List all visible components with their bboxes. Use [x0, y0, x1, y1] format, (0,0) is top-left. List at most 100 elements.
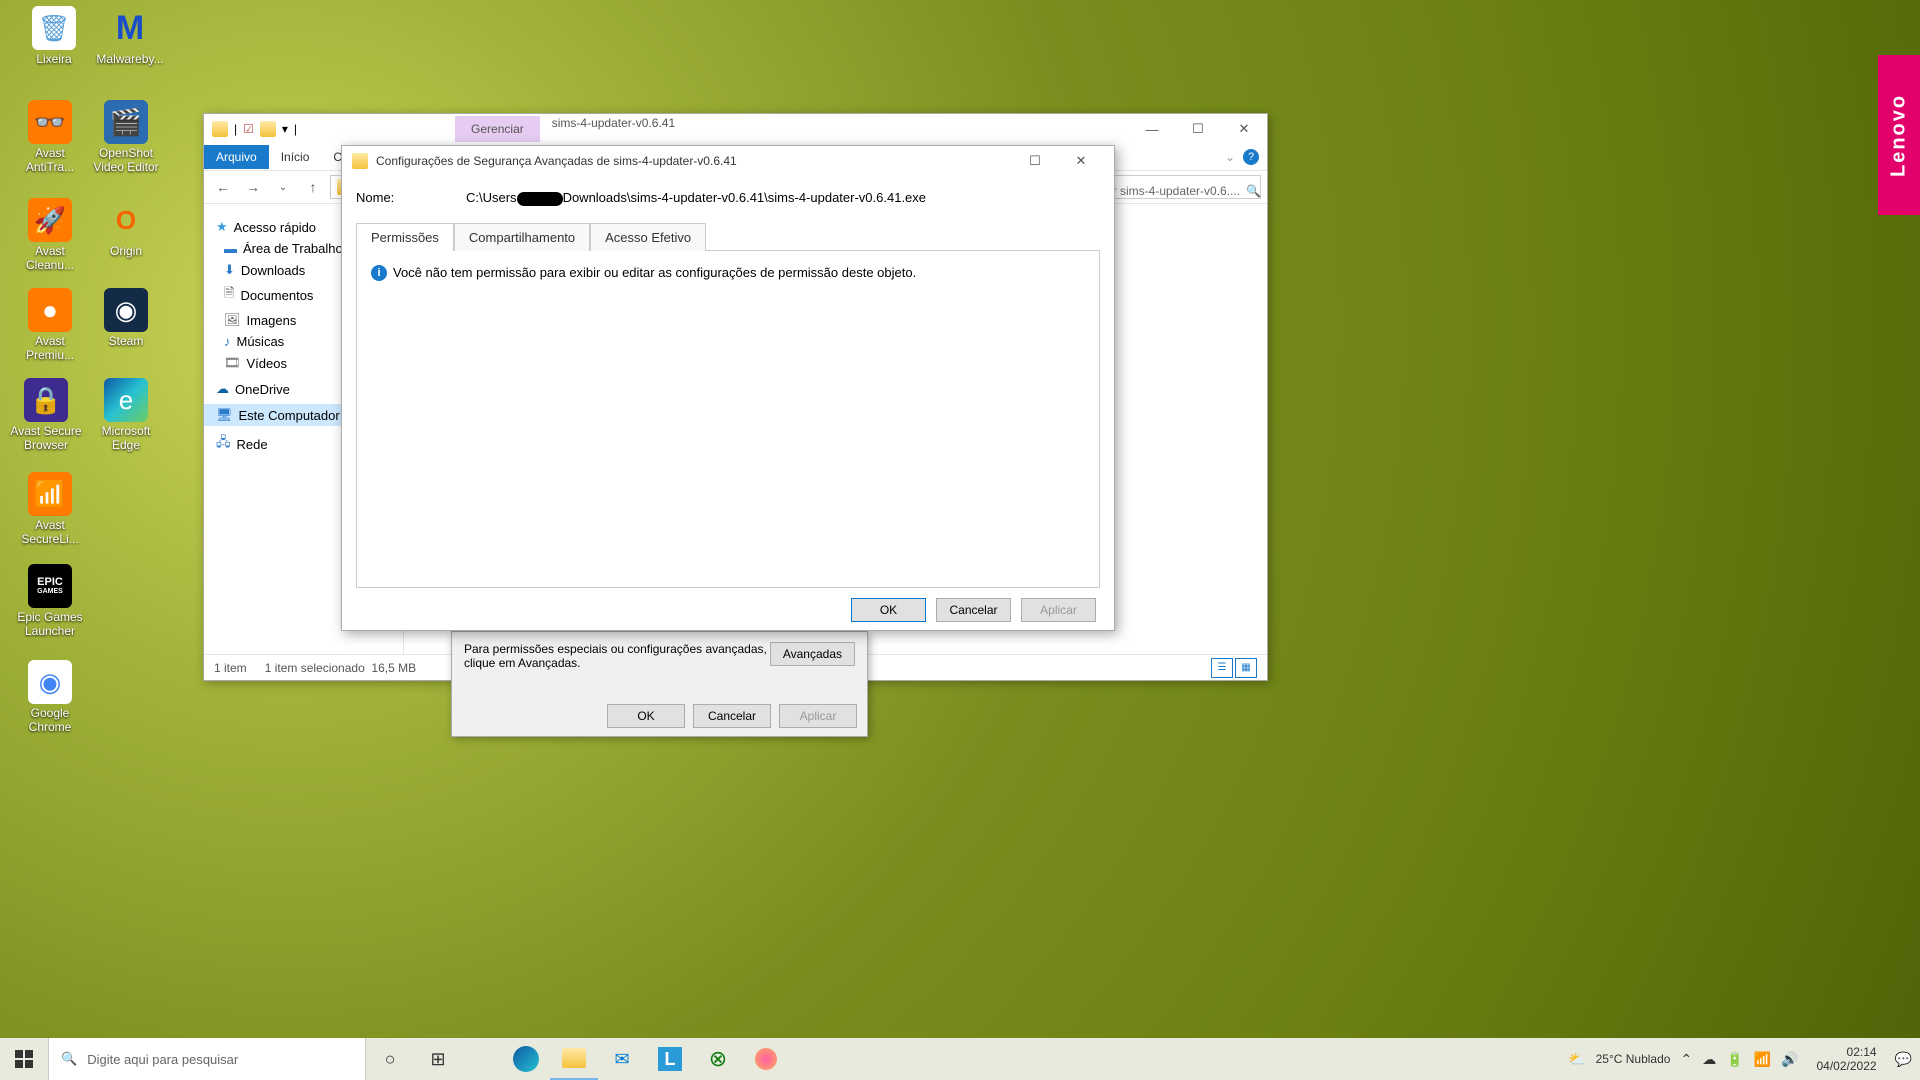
avast-secureline-icon: 📶	[28, 472, 72, 516]
view-icons-button[interactable]: ▦	[1235, 658, 1257, 678]
info-icon: i	[371, 265, 387, 281]
desktop-icon-openshot[interactable]: 🎬OpenShot Video Editor	[88, 100, 164, 175]
nav-history-button[interactable]: ⌄	[270, 174, 296, 200]
ok-button[interactable]: OK	[851, 598, 926, 622]
lenovo-badge: Lenovo	[1878, 55, 1920, 215]
cancel-button[interactable]: Cancelar	[693, 704, 771, 728]
cortana-button[interactable]: ○	[366, 1038, 414, 1080]
clock[interactable]: 02:14 04/02/2022	[1809, 1045, 1885, 1074]
taskbar: 🔍 Digite aqui para pesquisar ○ ⊞ ✉ L ⊗ ⛅…	[0, 1038, 1920, 1080]
nav-up-button[interactable]: ↑	[300, 174, 326, 200]
qat-divider: |	[234, 122, 237, 136]
downloads-icon: ⬇	[224, 262, 235, 278]
properties-dialog: Para permissões especiais ou configuraçõ…	[451, 631, 868, 737]
taskbar-app-mail[interactable]: ✉	[598, 1038, 646, 1080]
redacted-username	[517, 192, 563, 206]
name-label: Nome:	[356, 190, 466, 206]
desktop-icon-steam[interactable]: ◉Steam	[88, 288, 164, 348]
edge-icon: e	[104, 378, 148, 422]
explorer-titlebar: | ☑ ▾ | Gerenciar sims-4-updater-v0.6.41…	[204, 114, 1267, 144]
volume-icon[interactable]: 🔊	[1781, 1051, 1798, 1068]
maximize-button[interactable]: ☐	[1012, 146, 1058, 176]
weather-text[interactable]: 25°C Nublado	[1596, 1052, 1671, 1066]
nav-forward-button[interactable]: →	[240, 174, 266, 200]
action-center-icon[interactable]: 💬	[1895, 1051, 1912, 1068]
epic-games-icon: EPICGAMES	[28, 564, 72, 608]
desktop-icon-malwarebytes[interactable]: MMalwareby...	[92, 6, 168, 66]
tab-panel: i Você não tem permissão para exibir ou …	[356, 250, 1100, 588]
weather-icon: ⛅	[1568, 1051, 1585, 1068]
props-text-line1: Para permissões especiais ou configuraçõ…	[464, 642, 767, 656]
desktop-icon-avast-premium[interactable]: ●Avast Premiu...	[12, 288, 88, 363]
minimize-button[interactable]: —	[1129, 114, 1175, 144]
folder-icon	[352, 153, 368, 169]
desktop-icon-edge[interactable]: eMicrosoft Edge	[88, 378, 164, 453]
tab-effective-access[interactable]: Acesso Efetivo	[590, 223, 706, 251]
permission-notice: Você não tem permissão para exibir ou ed…	[393, 265, 916, 280]
taskbar-app-unknown[interactable]	[742, 1038, 790, 1080]
taskbar-app-xbox[interactable]: ⊗	[694, 1038, 742, 1080]
search-box[interactable]: r sims-4-updater-v0.6.... 🔍	[1113, 184, 1261, 198]
folder-icon	[212, 121, 228, 137]
onedrive-tray-icon[interactable]: ☁	[1702, 1051, 1716, 1068]
apply-button[interactable]: Aplicar	[779, 704, 857, 728]
task-view-button[interactable]: ⊞	[414, 1038, 462, 1080]
view-mode-buttons: ☰ ▦	[1211, 658, 1257, 678]
object-path: C:\UsersDownloads\sims-4-updater-v0.6.41…	[466, 190, 926, 206]
nav-back-button[interactable]: ←	[210, 174, 236, 200]
status-item-count: 1 item	[214, 661, 247, 675]
desktop-icon-origin[interactable]: OOrigin	[88, 198, 164, 258]
tabs: Permissões Compartilhamento Acesso Efeti…	[356, 222, 1100, 250]
search-icon: 🔍	[1246, 184, 1261, 198]
dialog-title: Configurações de Segurança Avançadas de …	[376, 154, 737, 168]
qat-check-icon[interactable]: ☑	[243, 122, 254, 136]
folder-icon	[260, 121, 276, 137]
qat-dropdown-icon[interactable]: ▾	[282, 122, 288, 136]
search-icon: 🔍	[61, 1051, 77, 1067]
manage-tab[interactable]: Gerenciar	[455, 116, 540, 142]
start-button[interactable]	[0, 1038, 48, 1080]
avast-premium-icon: ●	[28, 288, 72, 332]
ribbon-tab-inicio[interactable]: Início	[269, 145, 322, 169]
videos-icon: 🎞	[224, 355, 241, 371]
chrome-icon: ◉	[28, 660, 72, 704]
help-icon[interactable]: ?	[1243, 149, 1259, 165]
desktop-icon-avast-antitrack[interactable]: 👓Avast AntiTra...	[12, 100, 88, 175]
desktop-icon-avast-browser[interactable]: 🔒Avast Secure Browser	[2, 378, 90, 453]
apply-button[interactable]: Aplicar	[1021, 598, 1096, 622]
desktop-icon-epic[interactable]: EPICGAMESEpic Games Launcher	[12, 564, 88, 639]
qat-divider: |	[294, 122, 297, 136]
onedrive-icon: ☁	[216, 381, 229, 397]
star-icon: ★	[216, 219, 228, 235]
ok-button[interactable]: OK	[607, 704, 685, 728]
view-details-button[interactable]: ☰	[1211, 658, 1233, 678]
taskbar-search[interactable]: 🔍 Digite aqui para pesquisar	[48, 1038, 366, 1080]
ribbon-tab-arquivo[interactable]: Arquivo	[204, 145, 269, 169]
ribbon-expand-icon[interactable]: ⌄	[1225, 150, 1235, 164]
tab-permissions[interactable]: Permissões	[356, 223, 454, 251]
window-title: sims-4-updater-v0.6.41	[540, 116, 687, 142]
taskbar-app-lenovo[interactable]: L	[646, 1038, 694, 1080]
wifi-icon[interactable]: 📶	[1754, 1051, 1771, 1068]
close-button[interactable]: ✕	[1058, 146, 1104, 176]
cancel-button[interactable]: Cancelar	[936, 598, 1011, 622]
images-icon: 🖼	[224, 312, 241, 328]
tray-expand-icon[interactable]: ⌃	[1680, 1051, 1692, 1068]
advanced-security-dialog: Configurações de Segurança Avançadas de …	[341, 145, 1115, 631]
avast-browser-icon: 🔒	[24, 378, 68, 422]
desktop-icon-chrome[interactable]: ◉Google Chrome	[12, 660, 88, 735]
taskbar-app-explorer[interactable]	[550, 1038, 598, 1080]
taskbar-app-edge[interactable]	[502, 1038, 550, 1080]
desktop-icon-avast-cleanup[interactable]: 🚀Avast Cleanu...	[12, 198, 88, 273]
battery-icon[interactable]: 🔋	[1726, 1051, 1743, 1068]
music-icon: ♪	[224, 334, 231, 349]
maximize-button[interactable]: ☐	[1175, 114, 1221, 144]
desktop-icon-lixeira[interactable]: 🗑Lixeira	[16, 6, 92, 66]
close-button[interactable]: ✕	[1221, 114, 1267, 144]
pc-icon: 🖥	[216, 407, 233, 423]
advanced-button[interactable]: Avançadas	[770, 642, 855, 666]
desktop-folder-icon: ▬	[224, 241, 237, 256]
tab-sharing[interactable]: Compartilhamento	[454, 223, 590, 251]
recycle-bin-icon: 🗑	[32, 6, 76, 50]
desktop-icon-avast-secureline[interactable]: 📶Avast SecureLi...	[12, 472, 88, 547]
